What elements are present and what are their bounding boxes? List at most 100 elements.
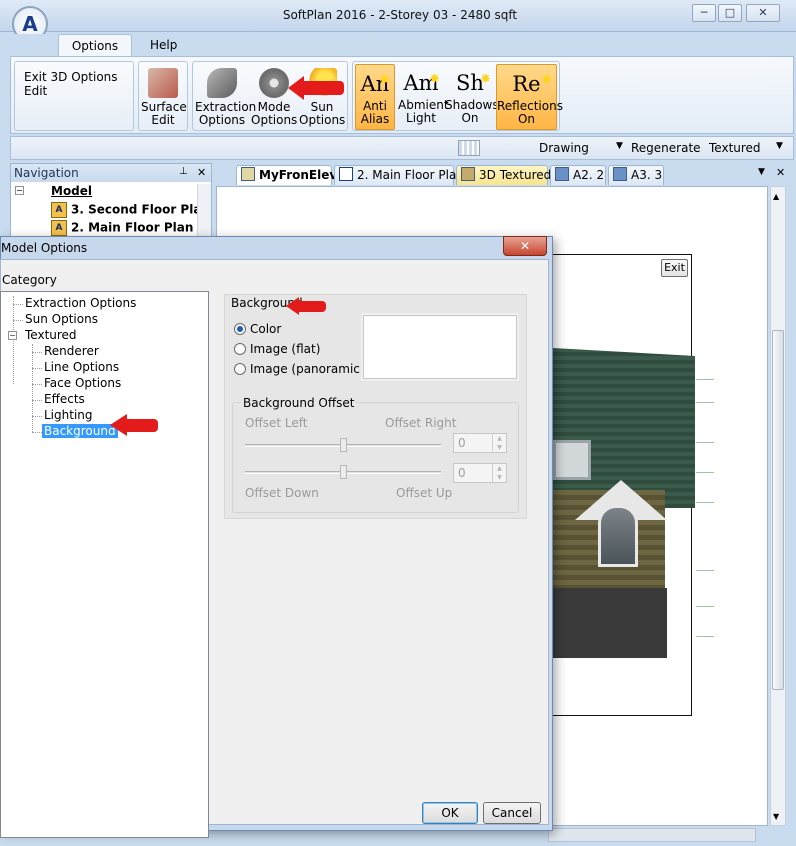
regenerate-button[interactable]: Regenerate <box>631 141 701 155</box>
tab-a2[interactable]: A2. 2 <box>550 165 606 185</box>
ambient-light-label2: Light <box>406 111 436 125</box>
dimension-note: ────── <box>696 440 715 446</box>
tab-label: 3D Textured <box>479 168 552 182</box>
app-logo-letter: A <box>22 12 38 36</box>
navigation-panel: Navigation ⊥ ✕ − Model A 3. Second Floor … <box>10 163 212 243</box>
window-close-button[interactable]: ✕ <box>746 4 780 22</box>
tree-line-options[interactable]: Line Options <box>44 360 119 374</box>
document-tabs: MyFronElev* 2. Main Floor Plan 3D Textur… <box>214 163 794 185</box>
horizontal-offset-value: 0 <box>458 436 466 450</box>
sheet-icon <box>613 167 627 181</box>
ok-button[interactable]: OK <box>422 802 478 824</box>
category-tree[interactable]: Extraction Options Sun Options − Texture… <box>0 291 209 838</box>
annotation-arrow-ribbon <box>302 81 344 95</box>
horizontal-offset-thumb[interactable] <box>340 438 347 452</box>
tree-extraction-options[interactable]: Extraction Options <box>25 296 136 310</box>
radio-color[interactable]: Color <box>234 322 281 336</box>
tree-renderer[interactable]: Renderer <box>44 344 99 358</box>
anti-alias-toggle[interactable]: An ✸ Anti Alias <box>355 64 395 130</box>
navigation-close-icon[interactable]: ✕ <box>197 166 206 179</box>
extraction-options-label2: Options <box>198 113 246 127</box>
tree-effects[interactable]: Effects <box>44 392 85 406</box>
textured-collapse-toggle[interactable]: − <box>8 331 17 340</box>
surface-edit-button[interactable]: Surface Edit <box>141 64 187 130</box>
textured-dropdown[interactable]: Textured <box>709 141 761 155</box>
sheet-icon <box>555 167 569 181</box>
surface-edit-label2: Edit <box>151 113 175 127</box>
exit-3d-options-edit-button[interactable]: Exit 3D Options Edit <box>24 70 133 98</box>
nav-root-model[interactable]: Model <box>51 184 92 198</box>
extraction-options-button[interactable]: Extraction Options <box>195 64 256 130</box>
scroll-down-icon[interactable]: ▼ <box>773 812 779 821</box>
shadows-toggle[interactable]: Sh ✸ Shadows On <box>445 64 499 130</box>
background-color-swatch[interactable] <box>361 313 519 381</box>
maximize-button[interactable]: □ <box>718 4 742 22</box>
tab-close-icon[interactable]: ✕ <box>776 166 785 179</box>
nav-item-main-floor[interactable]: A 2. Main Floor Plan <box>51 220 193 236</box>
tab-label: A3. 3 <box>631 168 663 182</box>
dimension-note: ────── <box>696 377 715 383</box>
canvas-scroll-thumb[interactable] <box>772 330 784 690</box>
background-offset-label: Background Offset <box>241 396 357 410</box>
surface-edit-icon <box>148 68 178 98</box>
ribbon: Exit 3D Options Edit Surface Edit Extrac… <box>10 56 794 134</box>
vertical-offset-thumb[interactable] <box>340 465 347 479</box>
model-collapse-toggle[interactable]: − <box>15 186 24 195</box>
grid-toggle-button[interactable] <box>458 140 480 156</box>
house-icon <box>241 167 255 181</box>
tab-myfronelev[interactable]: MyFronElev* <box>236 165 343 185</box>
nav-item-second-floor[interactable]: A 3. Second Floor Plan <box>51 202 210 218</box>
pin-icon[interactable]: ⊥ <box>179 166 188 177</box>
navigation-scrollbar[interactable] <box>197 184 211 242</box>
tree-face-options[interactable]: Face Options <box>44 376 121 390</box>
radio-image-flat[interactable]: Image (flat) <box>234 342 320 356</box>
tree-sun-options[interactable]: Sun Options <box>25 312 98 326</box>
dialog-close-button[interactable]: ✕ <box>503 236 547 256</box>
radio-image-panoramic[interactable]: Image (panoramic) <box>234 362 365 376</box>
tab-options[interactable]: Options <box>58 34 132 56</box>
hammer-icon <box>207 68 237 98</box>
house-arched-window <box>598 505 638 567</box>
spin-arrows-icon[interactable]: ▲ ▼ <box>492 464 506 482</box>
drawing-dropdown-chevron-icon[interactable]: ▼ <box>616 141 623 151</box>
plan-icon: A <box>51 220 67 236</box>
drawing-dropdown[interactable]: Drawing <box>539 141 589 155</box>
radio-dot-checked <box>234 323 246 335</box>
tab-help[interactable]: Help <box>138 34 188 56</box>
radio-image-panoramic-label: Image (panoramic) <box>250 362 365 376</box>
canvas-horizontal-scrollbar[interactable] <box>548 828 756 842</box>
tab-a3[interactable]: A3. 3 <box>608 165 664 185</box>
minimize-button[interactable]: ─ <box>692 4 716 22</box>
scroll-up-icon[interactable]: ▲ <box>773 192 779 201</box>
vertical-offset-spinbox[interactable]: 0 ▲ ▼ <box>453 463 507 483</box>
cancel-button[interactable]: Cancel <box>483 802 541 824</box>
tab-label: MyFronElev* <box>259 168 344 182</box>
reflections-toggle[interactable]: Re ✸ Reflections On <box>496 64 563 130</box>
tree-background[interactable]: Background <box>42 424 118 438</box>
annotation-arrowhead-ribbon <box>288 76 304 100</box>
sun-options-button[interactable]: Sun Options <box>299 64 345 130</box>
tree-textured[interactable]: Textured <box>25 328 77 342</box>
tab-main-floor-plan[interactable]: 2. Main Floor Plan <box>334 165 464 185</box>
dialog-body: Category Extraction Options Sun Options … <box>0 259 549 838</box>
window-title: SoftPlan 2016 - 2-Storey 03 - 2480 sqft <box>282 8 518 22</box>
tabs-dropdown-icon[interactable]: ▼ <box>758 167 765 177</box>
dimension-note: ────── <box>696 500 715 506</box>
tab-3d-textured[interactable]: 3D Textured <box>456 165 552 185</box>
dimension-note: ────── <box>696 604 715 610</box>
dimension-note: ────── <box>696 634 715 640</box>
offset-down-label: Offset Down <box>245 486 319 500</box>
star-icon: ✸ <box>480 72 491 87</box>
offset-right-label: Offset Right <box>385 416 457 430</box>
horizontal-offset-spinbox[interactable]: 0 ▲ ▼ <box>453 433 507 453</box>
textured-dropdown-chevron-icon[interactable]: ▼ <box>776 141 783 151</box>
house-3d-icon <box>461 167 475 181</box>
annotation-arrowhead-background <box>110 414 127 436</box>
category-label: Category <box>2 273 57 287</box>
annotation-arrow-color <box>298 301 326 312</box>
ambient-light-toggle[interactable]: Am ✸ Abmient Light <box>398 64 449 130</box>
tree-lighting[interactable]: Lighting <box>44 408 93 422</box>
radio-dot <box>234 363 246 375</box>
exit-button[interactable]: Exit <box>661 259 688 277</box>
spin-arrows-icon[interactable]: ▲ ▼ <box>492 434 506 452</box>
